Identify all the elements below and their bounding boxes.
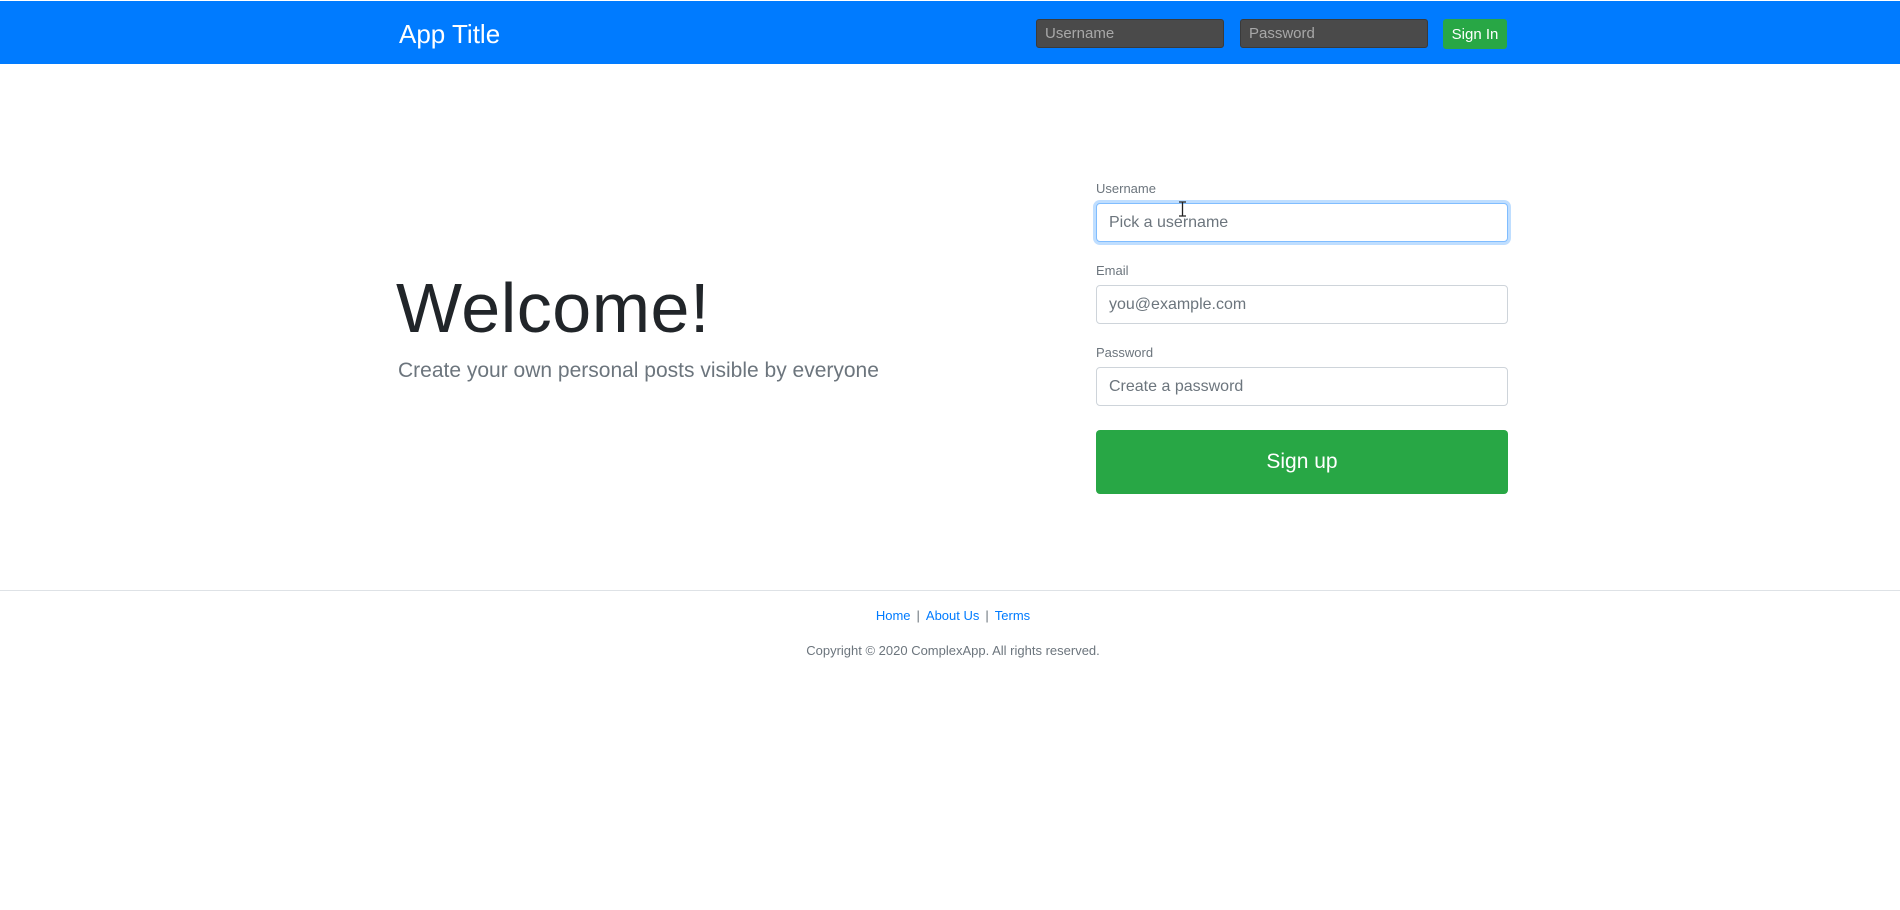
- sign-in-button[interactable]: Sign In: [1443, 19, 1507, 49]
- footer-links: Home | About Us | Terms: [0, 608, 1900, 624]
- footer-link-about-us[interactable]: About Us: [926, 608, 979, 623]
- password-label: Password: [1096, 345, 1154, 360]
- email-field[interactable]: [1096, 285, 1508, 324]
- footer-divider: [0, 590, 1900, 591]
- footer-link-home[interactable]: Home: [876, 608, 911, 623]
- password-field[interactable]: [1096, 367, 1508, 406]
- welcome-heading: Welcome!: [396, 269, 710, 347]
- footer-link-terms[interactable]: Terms: [995, 608, 1030, 623]
- copyright-text: Copyright © 2020 ComplexApp. All rights …: [806, 643, 1100, 658]
- sign-up-button[interactable]: Sign up: [1096, 430, 1508, 494]
- header-password-input[interactable]: [1240, 19, 1428, 48]
- top-navbar: App Title Sign In: [0, 1, 1900, 64]
- footer-separator: |: [985, 608, 989, 623]
- text-cursor-icon: [1179, 201, 1186, 217]
- welcome-lead: Create your own personal posts visible b…: [398, 359, 879, 382]
- header-username-input[interactable]: [1036, 19, 1224, 48]
- email-label: Email: [1096, 263, 1129, 278]
- footer-separator: |: [916, 608, 920, 623]
- username-label: Username: [1096, 181, 1156, 196]
- app-title-link[interactable]: App Title: [399, 18, 500, 50]
- username-field[interactable]: [1096, 203, 1508, 242]
